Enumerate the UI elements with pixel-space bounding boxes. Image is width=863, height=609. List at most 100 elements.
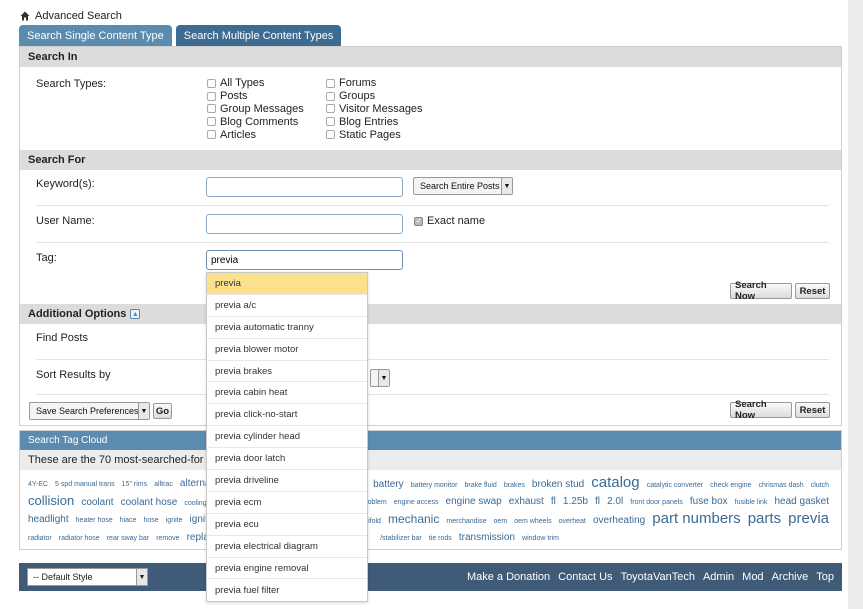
tag-link[interactable]: merchandise	[446, 518, 486, 525]
collapse-icon[interactable]: ▲	[130, 309, 141, 319]
tag-link[interactable]: 15" rims	[122, 481, 147, 488]
reset-button[interactable]: Reset	[795, 283, 830, 299]
tag-link[interactable]: part numbers	[652, 510, 740, 527]
checkbox-blog-comments[interactable]: Blog Comments	[207, 115, 326, 128]
keyword-input[interactable]	[206, 177, 403, 197]
tag-link[interactable]: fl	[595, 496, 600, 507]
checkbox-posts[interactable]: Posts	[207, 90, 326, 103]
tag-suggestion[interactable]: previa click-no-start	[207, 404, 367, 427]
search-now-button-bottom[interactable]: Search Now	[730, 399, 792, 421]
footer-link-donation[interactable]: Make a Donation	[467, 571, 550, 583]
footer-link-mod[interactable]: Mod	[742, 571, 763, 583]
tag-suggestion[interactable]: previa cylinder head	[207, 426, 367, 449]
tag-link[interactable]: fuse box	[690, 496, 728, 507]
tag-link[interactable]: hiace	[120, 517, 137, 524]
tag-link[interactable]: front door panels	[630, 499, 683, 506]
tag-suggestion[interactable]: previa brakes	[207, 361, 367, 383]
tag-link[interactable]: mechanic	[388, 512, 439, 526]
checkbox-group-messages[interactable]: Group Messages	[207, 103, 326, 116]
tag-link[interactable]: rear sway bar	[107, 535, 149, 542]
tag-link[interactable]: ignite	[166, 517, 183, 524]
search-now-button[interactable]: Search Now	[730, 280, 792, 302]
tag-link[interactable]: fusible link	[735, 499, 768, 506]
tag-link[interactable]: headlight	[28, 514, 69, 525]
reset-button-bottom[interactable]: Reset	[795, 402, 830, 418]
tag-link[interactable]: check engine	[710, 482, 751, 489]
sort-direction-select[interactable]: ▼	[370, 369, 390, 387]
footer-link-top[interactable]: Top	[816, 571, 834, 583]
tag-link[interactable]: 2.0l	[607, 496, 623, 507]
tag-link[interactable]: radiator hose	[59, 535, 100, 542]
tag-link[interactable]: oem wheels	[514, 518, 551, 525]
tag-link[interactable]: battery monitor	[411, 482, 458, 489]
footer-link-admin[interactable]: Admin	[703, 571, 734, 583]
tag-link[interactable]: fl	[551, 496, 556, 507]
tag-link[interactable]: battery	[373, 479, 404, 490]
tag-link[interactable]: engine swap	[446, 496, 502, 507]
tag-suggestion[interactable]: previa engine removal	[207, 558, 367, 580]
tab-single-content-type[interactable]: Search Single Content Type	[19, 25, 172, 47]
tag-link[interactable]: radiator	[28, 535, 52, 542]
tag-link[interactable]: brake fluid	[464, 482, 496, 489]
footer-link-home[interactable]: ToyotaVanTech	[621, 571, 695, 583]
tag-link[interactable]: 5 spd manual trans	[55, 481, 115, 488]
tag-link[interactable]: 4Y-EC	[28, 481, 48, 488]
tag-link[interactable]: engine access	[394, 499, 439, 506]
checkbox-articles[interactable]: Articles	[207, 128, 326, 141]
tag-link[interactable]: alltrac	[154, 481, 173, 488]
tag-link[interactable]: oem	[494, 518, 508, 525]
tag-suggestion[interactable]: previa	[207, 273, 367, 295]
tab-multiple-content-types[interactable]: Search Multiple Content Types	[175, 25, 342, 47]
tag-suggestion[interactable]: previa ecm	[207, 492, 367, 514]
breadcrumb[interactable]: Advanced Search	[20, 10, 122, 22]
tag-suggestion[interactable]: previa door latch	[207, 448, 367, 471]
breadcrumb-label[interactable]: Advanced Search	[35, 10, 122, 22]
tag-suggestion[interactable]: previa ecu	[207, 514, 367, 536]
footer-link-archive[interactable]: Archive	[772, 571, 809, 583]
tag-link[interactable]: catalog	[591, 474, 639, 491]
checkbox-static-pages[interactable]: Static Pages	[326, 128, 446, 141]
tag-link[interactable]: head gasket	[775, 496, 830, 507]
tag-link[interactable]: tie rods	[429, 535, 452, 542]
tag-link[interactable]: transmission	[459, 532, 515, 543]
tag-link[interactable]: parts	[748, 510, 781, 527]
home-icon[interactable]	[20, 11, 30, 21]
tag-suggestion[interactable]: previa driveline	[207, 470, 367, 492]
checkbox-all-types[interactable]: All Types	[207, 77, 326, 90]
checkbox-visitor-messages[interactable]: Visitor Messages	[326, 103, 446, 116]
tag-link[interactable]: 1.25b	[563, 496, 588, 507]
checkbox-blog-entries[interactable]: Blog Entries	[326, 115, 446, 128]
tag-link[interactable]: hose	[144, 517, 159, 524]
tag-link[interactable]: heater hose	[76, 517, 113, 524]
tag-link[interactable]: remove	[156, 535, 179, 542]
tag-link[interactable]: chrismas dash	[759, 482, 804, 489]
tag-input[interactable]	[206, 250, 403, 270]
tag-suggestion[interactable]: previa automatic tranny	[207, 317, 367, 339]
style-select[interactable]: -- Default Style ▼	[27, 568, 148, 586]
checkbox-groups[interactable]: Groups	[326, 90, 446, 103]
tag-suggestion[interactable]: previa blower motor	[207, 339, 367, 361]
tag-link[interactable]: previa	[788, 510, 829, 527]
tag-link[interactable]: clutch	[811, 482, 829, 489]
tag-link[interactable]: window trim	[522, 535, 559, 542]
tag-suggestion[interactable]: previa a/c	[207, 295, 367, 317]
tag-suggestion[interactable]: previa fuel filter	[207, 579, 367, 601]
save-preferences-select[interactable]: Save Search Preferences ▼	[29, 402, 150, 420]
tag-suggestion[interactable]: previa cabin heat	[207, 382, 367, 405]
tag-link[interactable]: coolant	[81, 497, 113, 508]
tag-link[interactable]: brakes	[504, 482, 525, 489]
username-input[interactable]	[206, 214, 403, 234]
tag-link[interactable]: coolant hose	[121, 497, 178, 508]
tag-link[interactable]: exhaust	[509, 496, 544, 507]
go-button[interactable]: Go	[153, 403, 172, 419]
checkbox-forums[interactable]: Forums	[326, 77, 446, 90]
tag-suggestion[interactable]: previa electrical diagram	[207, 536, 367, 558]
tag-link[interactable]: broken stud	[532, 479, 584, 490]
footer-link-contact[interactable]: Contact Us	[558, 571, 612, 583]
exact-name-checkbox[interactable]: ✓ Exact name	[414, 215, 485, 227]
tag-link[interactable]: overheat	[559, 518, 586, 525]
tag-link[interactable]: overheating	[593, 515, 645, 526]
search-scope-select[interactable]: Search Entire Posts ▼	[413, 177, 513, 195]
tag-link[interactable]: collision	[28, 493, 74, 508]
tag-link[interactable]: /stabilizer bar	[380, 535, 422, 542]
